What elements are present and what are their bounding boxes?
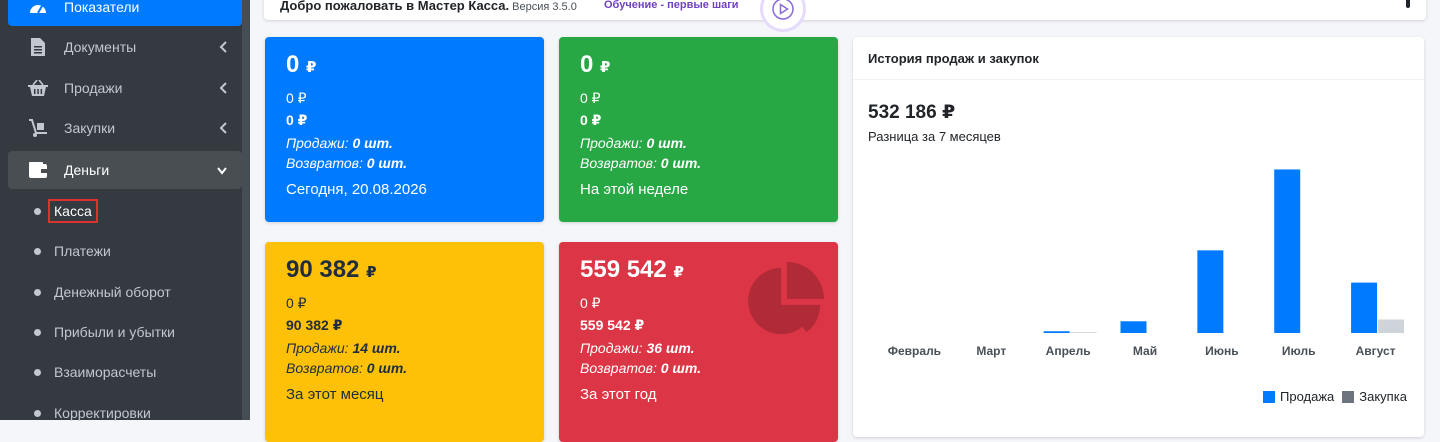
stat-returns: Возвратов: 0 шт. bbox=[286, 360, 408, 376]
sidebar-sub-payments[interactable]: Платежи bbox=[8, 232, 242, 270]
circle-icon bbox=[34, 288, 41, 296]
stat-box-year: 559 542 ₽ 0 ₽ 559 542 ₽ Продажи: 36 шт. … bbox=[559, 242, 838, 442]
stat-sales: Продажи: 14 шт. bbox=[286, 340, 401, 356]
bar-sales-6[interactable] bbox=[1351, 282, 1378, 333]
sidebar-scrollbar[interactable] bbox=[242, 0, 250, 420]
dolly-icon bbox=[28, 119, 48, 137]
chevron-left-icon bbox=[219, 122, 227, 134]
stat-sales: Продажи: 36 шт. bbox=[580, 340, 695, 356]
sidebar-sub-label: Денежный оборот bbox=[54, 284, 171, 300]
stat-main-value: 0 ₽ bbox=[580, 51, 611, 78]
sidebar-item-label: Продажи bbox=[64, 80, 123, 96]
dashboard-icon bbox=[28, 0, 48, 15]
stat-line: 0 ₽ bbox=[286, 90, 307, 106]
bar-sales-5[interactable] bbox=[1274, 169, 1301, 333]
bar-purchases-2[interactable] bbox=[1070, 332, 1097, 333]
sidebar-item-label: Показатели bbox=[64, 0, 140, 15]
legend-swatch bbox=[1342, 390, 1355, 403]
bar-sales-4[interactable] bbox=[1197, 250, 1224, 333]
stat-line-bold: 0 ₽ bbox=[286, 112, 308, 128]
stat-period: На этой неделе bbox=[580, 181, 689, 198]
circle-icon bbox=[34, 409, 41, 417]
sales-history-card: История продаж и закупок 532 186 ₽ Разни… bbox=[853, 37, 1424, 437]
sidebar: Показатели Документы Продажи Закупки Ден… bbox=[0, 0, 242, 421]
chevron-down-icon bbox=[217, 167, 227, 175]
welcome-card: Добро пожаловать в Мастер Касса. Версия 3… bbox=[264, 0, 1426, 32]
sidebar-item-label: Документы bbox=[64, 39, 137, 55]
legend-item-sales[interactable]: Продажа bbox=[1263, 389, 1334, 404]
stat-main-value: 0 ₽ bbox=[286, 51, 317, 78]
sidebar-item-money[interactable]: Деньги bbox=[8, 151, 242, 189]
sidebar-sub-label: Прибыли и убытки bbox=[54, 324, 175, 340]
legend-label: Продажа bbox=[1280, 389, 1335, 404]
legend-label: Закупка bbox=[1359, 389, 1407, 404]
stat-line: 0 ₽ bbox=[580, 90, 601, 106]
sidebar-item-purchases[interactable]: Закупки bbox=[8, 109, 242, 147]
legend-swatch bbox=[1263, 390, 1275, 403]
sidebar-sub-label: Корректировки bbox=[54, 405, 151, 421]
bar-sales-3[interactable] bbox=[1120, 321, 1147, 333]
sidebar-item-label: Закупки bbox=[64, 120, 116, 136]
x-tick-label: Май bbox=[1133, 344, 1157, 358]
version-label: Версия 3.5.0 bbox=[512, 1, 577, 13]
stat-returns: Возвратов: 0 шт. bbox=[286, 155, 408, 171]
sidebar-item-sales[interactable]: Продажи bbox=[8, 69, 242, 107]
stat-sales: Продажи: 0 шт. bbox=[580, 135, 687, 151]
stat-sales: Продажи: 0 шт. bbox=[286, 135, 393, 151]
tutorial-link[interactable]: Обучение - первые шаги bbox=[604, 0, 739, 11]
sidebar-sub-profit-loss[interactable]: Прибыли и убытки bbox=[8, 313, 242, 351]
file-icon bbox=[28, 38, 48, 56]
x-tick-label: Апрель bbox=[1046, 344, 1091, 358]
stat-period: Сегодня, 20.08.2026 bbox=[286, 181, 427, 198]
sidebar-sub-label: Платежи bbox=[54, 243, 111, 259]
chart-legend: Продажа Закупка bbox=[1263, 389, 1415, 404]
x-tick-label: Март bbox=[976, 344, 1006, 358]
stat-box-month: 90 382 ₽ 0 ₽ 90 382 ₽ Продажи: 14 шт. Во… bbox=[265, 242, 544, 442]
sidebar-sub-cash[interactable]: Касса bbox=[8, 192, 242, 230]
more-options-icon[interactable] bbox=[1406, 0, 1410, 8]
pie-chart-icon bbox=[748, 262, 824, 335]
stat-returns: Возвратов: 0 шт. bbox=[580, 360, 702, 376]
basket-icon bbox=[28, 79, 48, 97]
sidebar-item-label: Деньги bbox=[64, 162, 110, 178]
bar-sales-2[interactable] bbox=[1043, 331, 1070, 333]
sidebar-sub-label: Взаиморасчеты bbox=[54, 364, 157, 380]
stat-period: За этот год bbox=[580, 386, 657, 403]
chevron-left-icon bbox=[219, 41, 227, 53]
x-tick-label: Август bbox=[1356, 344, 1396, 358]
legend-item-purchases[interactable]: Закупка bbox=[1342, 389, 1407, 404]
stat-box-week: 0 ₽ 0 ₽ 0 ₽ Продажи: 0 шт. Возвратов: 0 … bbox=[559, 37, 838, 222]
play-icon bbox=[772, 0, 794, 20]
stat-line-bold: 0 ₽ bbox=[580, 112, 602, 128]
wallet-icon bbox=[28, 161, 48, 179]
stat-line: 0 ₽ bbox=[286, 295, 307, 311]
chevron-left-icon bbox=[219, 82, 227, 94]
sidebar-sub-adjustments[interactable]: Корректировки bbox=[8, 394, 242, 432]
play-video-button[interactable] bbox=[760, 0, 806, 32]
sidebar-sub-cash-flow[interactable]: Денежный оборот bbox=[8, 273, 242, 311]
bar-purchases-6[interactable] bbox=[1378, 319, 1405, 333]
stat-box-today: 0 ₽ 0 ₽ 0 ₽ Продажи: 0 шт. Возвратов: 0 … bbox=[265, 37, 544, 222]
sales-purchases-bar-chart: Февраль Март Апрель Май Июнь Июль Август bbox=[888, 169, 1405, 358]
sidebar-sub-settlements[interactable]: Взаиморасчеты bbox=[8, 353, 242, 391]
welcome-title: Добро пожаловать в Мастер Касса. Версия 3… bbox=[280, 0, 577, 13]
stat-returns: Возвратов: 0 шт. bbox=[580, 155, 702, 171]
circle-icon bbox=[34, 207, 41, 215]
sidebar-item-indicators[interactable]: Показатели bbox=[8, 0, 242, 26]
stat-line-bold: 90 382 ₽ bbox=[286, 317, 343, 333]
stat-main-value: 90 382 ₽ bbox=[286, 256, 377, 283]
sidebar-item-documents[interactable]: Документы bbox=[8, 28, 242, 66]
stat-period: За этот месяц bbox=[286, 386, 384, 403]
x-tick-label: Июнь bbox=[1205, 344, 1239, 358]
sidebar-sub-label: Касса bbox=[48, 199, 98, 223]
circle-icon bbox=[34, 368, 41, 376]
circle-icon bbox=[34, 328, 41, 336]
x-tick-label: Июль bbox=[1282, 344, 1316, 358]
x-tick-label: Февраль bbox=[888, 344, 941, 358]
circle-icon bbox=[34, 247, 41, 255]
